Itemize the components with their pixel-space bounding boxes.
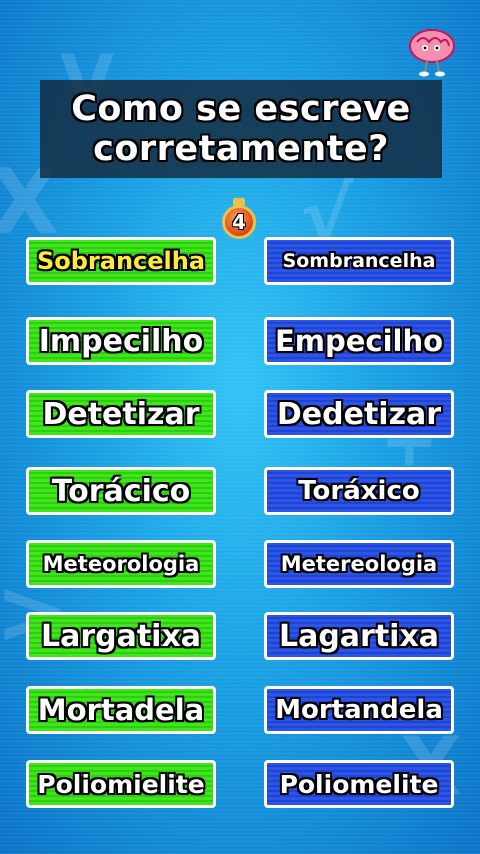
option-label: Toráxico: [298, 476, 420, 506]
option-button[interactable]: Mortandela: [264, 686, 454, 734]
option-label: Mortadela: [37, 693, 205, 727]
option-label: Detetizar: [42, 396, 200, 432]
option-label: Meteorologia: [42, 552, 200, 576]
option-label: Poliomielite: [37, 769, 205, 799]
option-button[interactable]: Sombrancelha: [264, 237, 454, 285]
option-button[interactable]: Toráxico: [264, 467, 454, 515]
option-label: Lagartixa: [278, 618, 440, 654]
option-button[interactable]: Meteorologia: [26, 540, 216, 588]
option-button[interactable]: Largatixa: [26, 612, 216, 660]
option-label: Dedetizar: [276, 396, 442, 432]
question-title-line-1: Como se escreve: [71, 89, 411, 129]
option-label: Sobrancelha: [36, 247, 206, 275]
option-label: Torácico: [51, 473, 191, 509]
option-label: Poliomelite: [279, 769, 439, 799]
option-label: Mortandela: [275, 695, 443, 725]
option-button[interactable]: Poliomelite: [264, 760, 454, 808]
option-button[interactable]: Mortadela: [26, 686, 216, 734]
option-label: Largatixa: [40, 618, 202, 654]
option-button[interactable]: Dedetizar: [264, 390, 454, 438]
question-title-box: Como se escreve corretamente?: [40, 80, 442, 178]
option-button[interactable]: Metereologia: [264, 540, 454, 588]
option-label: Metereologia: [280, 552, 438, 576]
option-label: Sombrancelha: [282, 250, 436, 272]
option-button[interactable]: Impecilho: [26, 317, 216, 365]
countdown-timer: 4: [222, 205, 256, 239]
brain-mascot-icon: [409, 29, 455, 77]
question-title-line-2: corretamente?: [93, 129, 389, 169]
countdown-value: 4: [232, 210, 246, 234]
option-button[interactable]: Lagartixa: [264, 612, 454, 660]
option-label: Impecilho: [38, 323, 204, 359]
option-button[interactable]: Torácico: [26, 467, 216, 515]
option-button[interactable]: Sobrancelha: [26, 237, 216, 285]
option-button[interactable]: Poliomielite: [26, 760, 216, 808]
option-button[interactable]: Empecilho: [264, 317, 454, 365]
option-button[interactable]: Detetizar: [26, 390, 216, 438]
option-label: Empecilho: [274, 324, 444, 358]
